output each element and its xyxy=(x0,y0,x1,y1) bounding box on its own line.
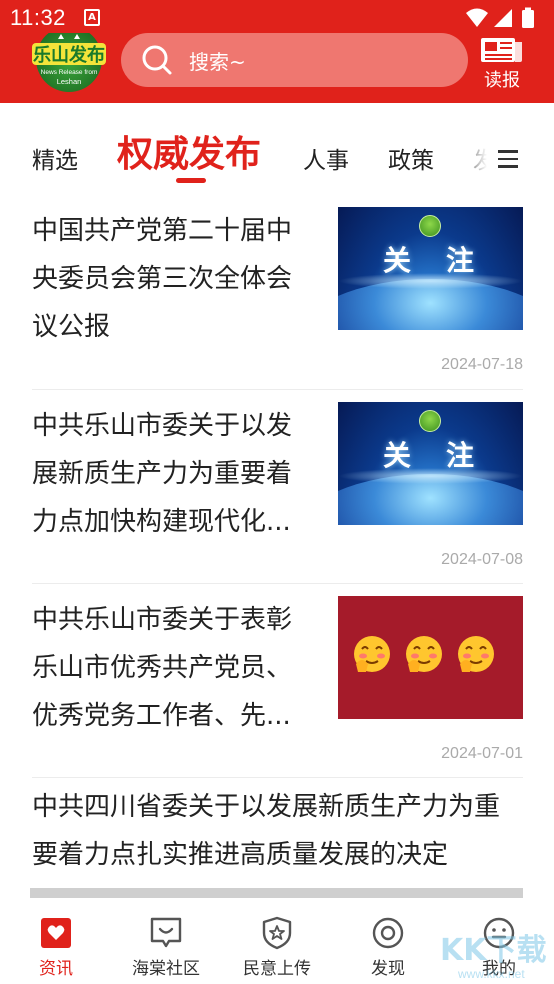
nav-label: 资讯 xyxy=(39,959,73,979)
tab-policy[interactable]: 政策 xyxy=(388,141,434,175)
news-thumbnail: 关 注 xyxy=(338,207,523,330)
active-tab-indicator xyxy=(176,178,206,183)
news-thumbnail: 关 注 xyxy=(338,402,523,525)
app-logo[interactable]: 乐山发布 News Release from Leshan xyxy=(30,33,108,93)
emblem-icon xyxy=(419,410,441,432)
notification-icon: A xyxy=(84,9,100,26)
emoji-icon xyxy=(458,636,494,672)
nav-community[interactable]: 海棠社区 xyxy=(116,916,216,980)
news-thumbnail xyxy=(338,596,523,719)
tab-authoritative-release[interactable]: 权威发布 xyxy=(117,125,261,177)
svg-text:乐山发布: 乐山发布 xyxy=(33,44,105,66)
newspaper-icon xyxy=(481,38,522,62)
emoji-icon xyxy=(406,636,442,672)
wifi-icon xyxy=(466,8,488,27)
divider xyxy=(32,389,523,390)
menu-icon[interactable] xyxy=(496,149,520,169)
read-paper-label: 读报 xyxy=(484,70,520,91)
signal-icon xyxy=(494,9,512,27)
status-bar: 11:32 A xyxy=(0,0,554,36)
news-item[interactable]: 中共乐山市委关于表彰乐山市优秀共产党员、优秀党务工作者、先... 2024-07… xyxy=(32,596,523,776)
nav-label: 发现 xyxy=(371,959,405,979)
news-title: 中共乐山市委关于以发展新质生产力为重要着力点加快构建现代化... xyxy=(32,411,293,537)
news-heart-icon xyxy=(41,918,71,948)
search-bar[interactable]: 搜索~ xyxy=(121,33,468,87)
svg-text:KK下载: KK下载 xyxy=(440,933,547,968)
emblem-icon xyxy=(419,215,441,237)
status-time: 11:32 xyxy=(10,5,66,30)
svg-text:News Release from: News Release from xyxy=(41,69,98,76)
search-placeholder: 搜索~ xyxy=(189,50,246,74)
news-title[interactable]: 中共四川省委关于以发展新质生产力为重要着力点扎实推进高质量发展的决定 xyxy=(32,783,523,879)
nav-label: 民意上传 xyxy=(243,959,311,979)
watermark-logo: KK下载 www.kkx.net xyxy=(440,933,547,981)
read-paper-button[interactable]: 读报 xyxy=(478,36,526,92)
tab-featured[interactable]: 精选 xyxy=(32,141,78,175)
nav-news[interactable]: 资讯 xyxy=(6,916,106,980)
shield-star-icon xyxy=(262,916,292,950)
nav-discover[interactable]: 发现 xyxy=(338,916,438,980)
emoji-icon xyxy=(354,636,390,672)
category-tabs: 精选 权威发布 人事 政策 发 xyxy=(0,103,554,195)
discover-icon xyxy=(372,917,404,949)
news-date: 2024-07-08 xyxy=(441,551,523,568)
svg-text:www.kkx.net: www.kkx.net xyxy=(457,967,525,981)
news-date: 2024-07-01 xyxy=(441,745,523,762)
news-item[interactable]: 中共乐山市委关于以发展新质生产力为重要着力点加快构建现代化... 关 注 202… xyxy=(32,402,523,582)
news-item[interactable]: 中国共产党第二十届中央委员会第三次全体会议公报 关 注 2024-07-18 xyxy=(32,207,523,387)
search-icon xyxy=(142,45,172,75)
svg-text:Leshan: Leshan xyxy=(57,77,82,86)
nav-public-opinion[interactable]: 民意上传 xyxy=(227,916,327,980)
nav-label: 海棠社区 xyxy=(132,959,200,979)
news-title: 中共乐山市委关于表彰乐山市优秀共产党员、优秀党务工作者、先... xyxy=(32,605,293,731)
news-date: 2024-07-18 xyxy=(441,356,523,373)
system-icons xyxy=(466,7,534,28)
divider xyxy=(32,583,523,584)
battery-icon xyxy=(522,10,534,28)
image-placeholder xyxy=(30,888,523,898)
tab-fade xyxy=(455,103,495,195)
community-icon xyxy=(150,917,182,948)
top-header: 11:32 A 乐山发布 News Release from Leshan 搜索… xyxy=(0,0,554,103)
tab-personnel[interactable]: 人事 xyxy=(303,141,349,175)
news-title: 中国共产党第二十届中央委员会第三次全体会议公报 xyxy=(32,216,293,342)
divider xyxy=(32,777,523,778)
